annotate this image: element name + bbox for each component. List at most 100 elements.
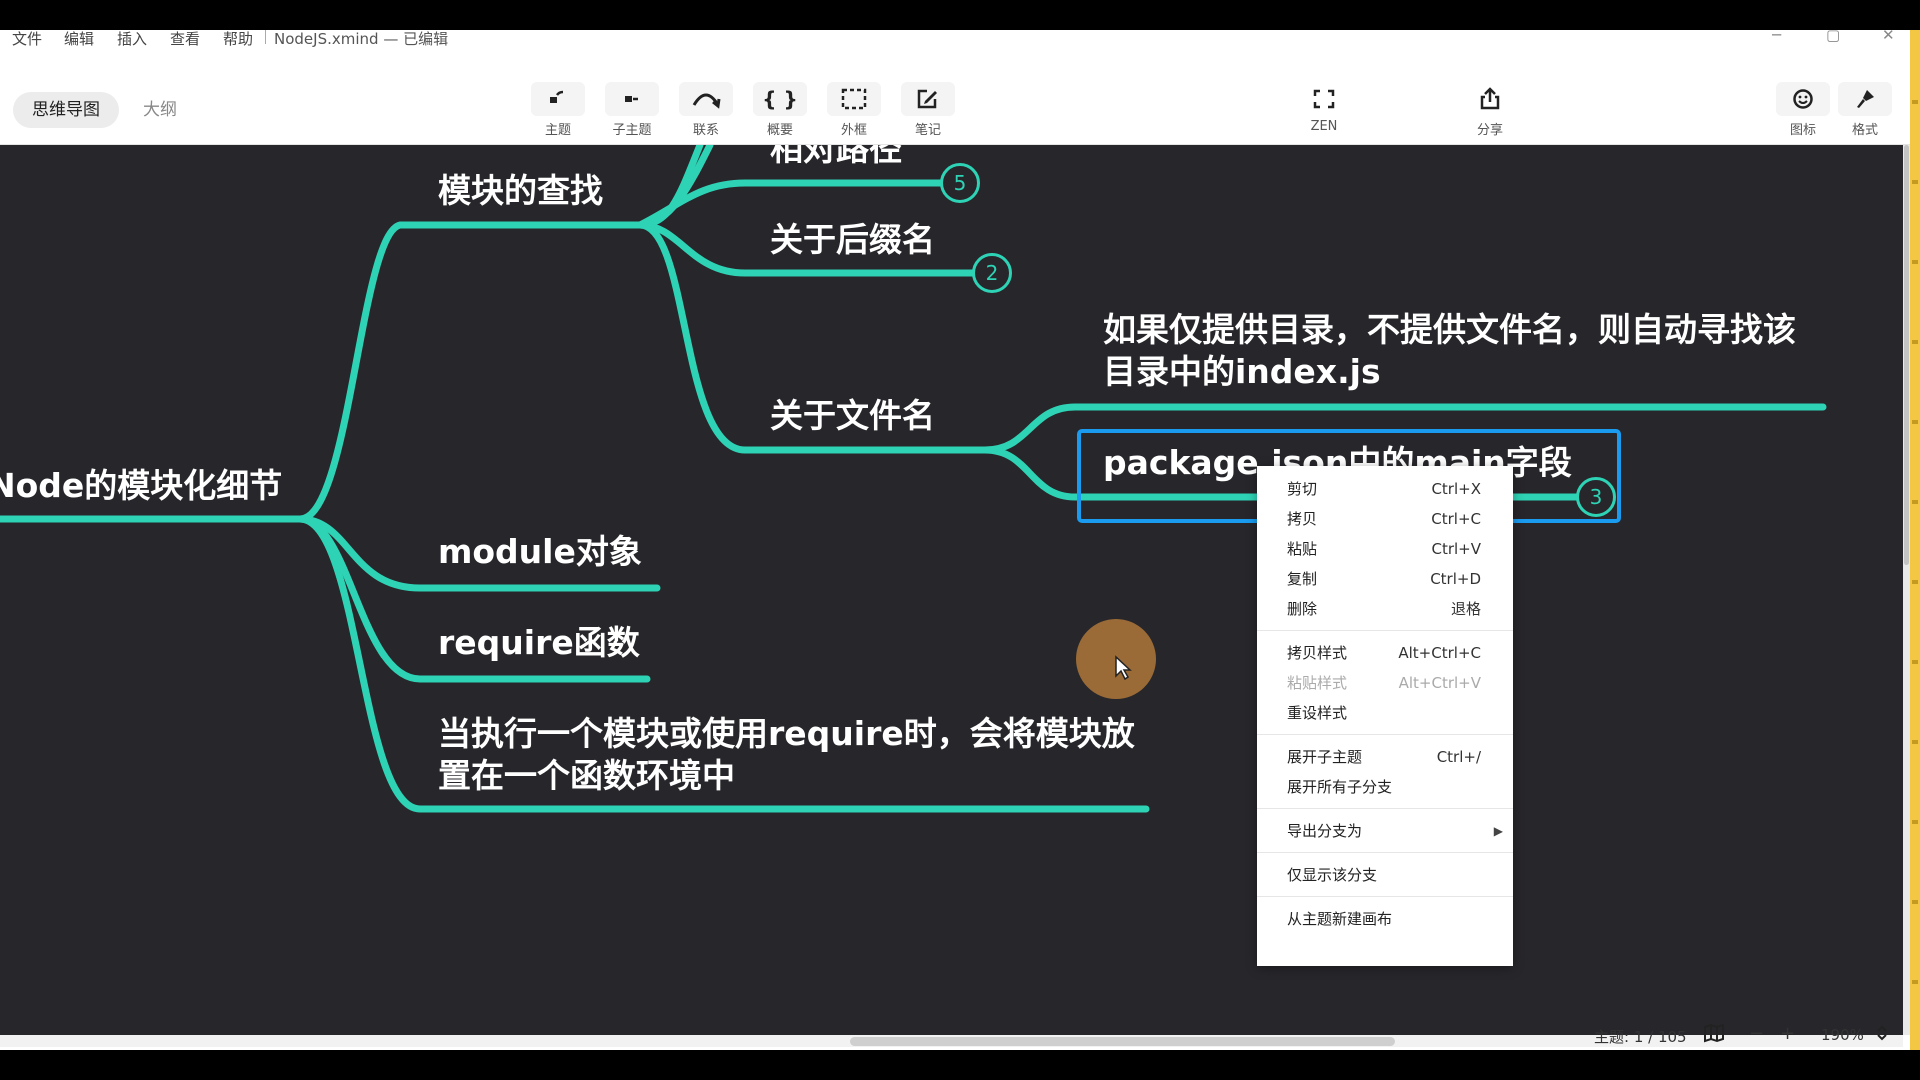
menu-separator (1257, 808, 1513, 809)
notes-button[interactable]: 笔记 (898, 82, 958, 138)
show-only-branch-label: 仅显示该分支 (1287, 866, 1378, 884)
menu-item-copy-style[interactable]: 拷贝样式 Alt+Ctrl+C (1287, 640, 1481, 666)
topic-dir-only-note[interactable]: 如果仅提供目录，不提供文件名，则自动寻找该目录中的index.js (1103, 309, 1823, 393)
topic-require-function[interactable]: require函数 (438, 622, 640, 664)
submenu-arrow-icon: ▶ (1493, 824, 1503, 838)
menu-edit[interactable]: 编辑 (64, 30, 94, 49)
icons-label: 图标 (1789, 123, 1816, 138)
tab-outline[interactable]: 大纲 (124, 92, 196, 128)
paste-style-label: 粘贴样式 (1287, 674, 1348, 692)
relationship-icon (679, 82, 733, 116)
menu-help[interactable]: 帮助 (223, 30, 253, 49)
zoom-out-button[interactable]: − (1749, 1023, 1764, 1044)
cut-label: 剪切 (1287, 480, 1318, 498)
topic-count: 主题: 1 / 105 (1594, 1028, 1687, 1046)
summary-label: 概要 (766, 123, 793, 138)
menu-item-delete[interactable]: 删除 退格 (1287, 596, 1481, 622)
cut-shortcut: Ctrl+X (1431, 480, 1481, 498)
menu-bar: 文件 编辑 插入 查看 帮助 NodeJS.xmind — 已编辑 ─ ▢ ✕ (0, 30, 1910, 48)
maximize-button[interactable]: ▢ (1826, 30, 1840, 44)
delete-shortcut: 退格 (1450, 600, 1481, 618)
menu-item-reset-style[interactable]: 重设样式 (1287, 700, 1481, 726)
menu-item-new-sheet-from-topic[interactable]: 从主题新建画布 (1287, 906, 1481, 932)
horizontal-scroll-thumb[interactable] (850, 1037, 1395, 1046)
branch-lines (0, 145, 1827, 813)
collapsed-count-badge[interactable]: 5 (940, 163, 980, 203)
status-bar (0, 1047, 1910, 1050)
updown-arrows-icon[interactable] (1876, 1024, 1888, 1046)
export-branch-label: 导出分支为 (1287, 822, 1363, 840)
relationship-button[interactable]: 联系 (676, 82, 736, 138)
notes-icon (901, 82, 955, 116)
duplicate-shortcut: Ctrl+D (1430, 570, 1481, 588)
menu-item-show-only-branch[interactable]: 仅显示该分支 (1287, 862, 1481, 888)
relationship-label: 联系 (692, 123, 719, 138)
menu-item-export-branch[interactable]: 导出分支为 ▶ (1287, 818, 1503, 844)
screen-edge-strip (1910, 30, 1920, 1050)
xmind-window: 文件 编辑 插入 查看 帮助 NodeJS.xmind — 已编辑 ─ ▢ ✕ … (0, 30, 1920, 1050)
vertical-scroll-thumb[interactable] (1904, 145, 1909, 565)
mindmap-canvas[interactable]: Node的模块化细节 模块的查找 相对路径 5 关于后缀名 2 关于文件名 如果… (0, 145, 1903, 1035)
boundary-label: 外框 (840, 123, 867, 138)
collapsed-count-badge[interactable]: 3 (1576, 477, 1616, 517)
expand-children-shortcut: Ctrl+/ (1436, 748, 1481, 766)
fullscreen-icon (1297, 82, 1351, 116)
format-panel-button[interactable]: 格式 (1835, 82, 1895, 138)
menu-insert[interactable]: 插入 (117, 30, 147, 49)
menu-separator (1257, 630, 1513, 631)
topic-icon (531, 82, 585, 116)
paintbrush-icon (1838, 82, 1892, 116)
copy-style-label: 拷贝样式 (1287, 644, 1348, 662)
summary-button[interactable]: { } 概要 (750, 82, 810, 138)
close-button[interactable]: ✕ (1882, 30, 1895, 44)
menu-file[interactable]: 文件 (12, 30, 42, 49)
branch-relative-path-top-2 (636, 145, 714, 229)
paste-label: 粘贴 (1287, 540, 1318, 558)
topic-execution-note[interactable]: 当执行一个模块或使用require时，会将模块放置在一个函数环境中 (438, 713, 1138, 797)
subtopic-button[interactable]: 子主题 (602, 82, 662, 138)
expand-all-label: 展开所有子分支 (1287, 778, 1393, 796)
document-title: NodeJS.xmind — 已编辑 (274, 30, 449, 48)
topic-relative-path[interactable]: 相对路径 (770, 145, 902, 170)
tab-mindmap[interactable]: 思维导图 (13, 92, 119, 128)
boundary-icon (827, 82, 881, 116)
menu-item-expand-all[interactable]: 展开所有子分支 (1287, 774, 1481, 800)
menu-view[interactable]: 查看 (170, 30, 200, 49)
paste-shortcut: Ctrl+V (1431, 540, 1481, 558)
menu-separator (1257, 734, 1513, 735)
smiley-icon (1776, 82, 1830, 116)
menu-item-paste[interactable]: 粘贴 Ctrl+V (1287, 536, 1481, 562)
zoom-level[interactable]: 190% (1821, 1026, 1864, 1044)
summary-braces-icon: { } (753, 82, 807, 116)
share-button[interactable]: 分享 (1460, 82, 1520, 138)
minimize-button[interactable]: ─ (1772, 30, 1781, 44)
toolbar: 思维导图 大纲 主题 子主题 联系 { } 概要 外框 笔记 ZEN 分享 图标… (0, 48, 1910, 145)
menu-item-paste-style[interactable]: 粘贴样式 Alt+Ctrl+V (1287, 670, 1481, 696)
branch-module-lookup (296, 221, 644, 523)
topic-filename[interactable]: 关于文件名 (770, 395, 935, 437)
share-icon (1463, 82, 1517, 116)
paste-style-shortcut: Alt+Ctrl+V (1398, 674, 1481, 692)
menu-separator (1257, 852, 1513, 853)
vertical-scrollbar[interactable] (1903, 145, 1910, 1035)
icons-panel-button[interactable]: 图标 (1773, 82, 1833, 138)
topic-suffix[interactable]: 关于后缀名 (770, 219, 935, 261)
menu-item-duplicate[interactable]: 复制 Ctrl+D (1287, 566, 1481, 592)
duplicate-label: 复制 (1287, 570, 1318, 588)
reset-style-label: 重设样式 (1287, 704, 1348, 722)
zoom-in-button[interactable]: + (1780, 1023, 1795, 1044)
central-topic[interactable]: Node的模块化细节 (0, 465, 282, 507)
delete-label: 删除 (1287, 600, 1318, 618)
topic-module-object[interactable]: module对象 (438, 531, 642, 573)
subtopic-label: 子主题 (612, 123, 652, 138)
menu-item-expand-children[interactable]: 展开子主题 Ctrl+/ (1287, 744, 1481, 770)
zen-button[interactable]: ZEN (1294, 82, 1354, 134)
subtopic-icon (605, 82, 659, 116)
menu-item-cut[interactable]: 剪切 Ctrl+X (1287, 476, 1481, 502)
collapsed-count-badge[interactable]: 2 (972, 253, 1012, 293)
topic-module-lookup[interactable]: 模块的查找 (438, 170, 603, 212)
boundary-button[interactable]: 外框 (824, 82, 884, 138)
topic-button[interactable]: 主题 (528, 82, 588, 138)
map-book-icon[interactable] (1703, 1023, 1727, 1047)
menu-item-copy[interactable]: 拷贝 Ctrl+C (1287, 506, 1481, 532)
